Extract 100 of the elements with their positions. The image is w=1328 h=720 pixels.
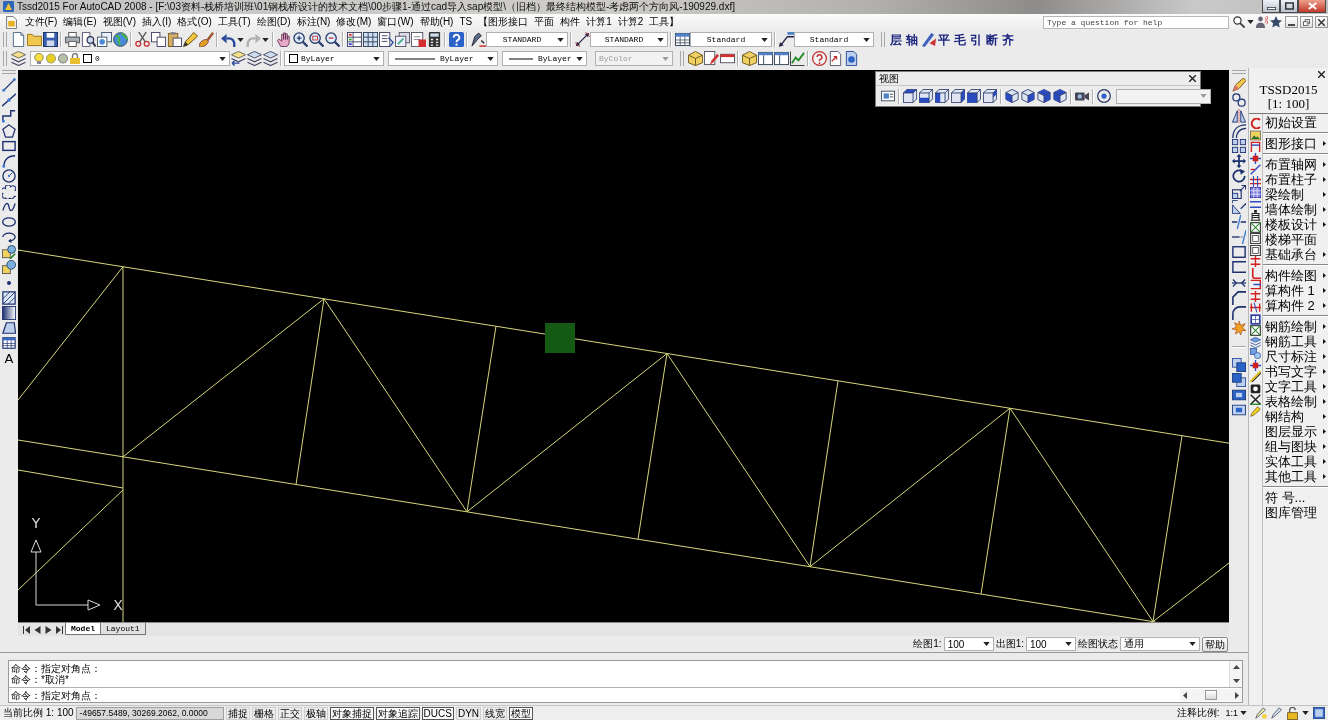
menu-item[interactable]: 构件 bbox=[557, 15, 584, 29]
drawing-tool-button[interactable]: 轴 bbox=[904, 31, 920, 48]
table-icon[interactable] bbox=[1250, 313, 1261, 325]
help-icon[interactable] bbox=[448, 32, 464, 47]
construction-line-icon[interactable] bbox=[2, 93, 16, 108]
close-icon[interactable] bbox=[1189, 75, 1196, 82]
caret-icon[interactable] bbox=[1302, 711, 1309, 715]
menu-item[interactable]: 工具】 bbox=[646, 15, 683, 29]
layout-tab[interactable]: Model bbox=[65, 623, 101, 635]
bracket-icon[interactable] bbox=[1250, 279, 1261, 290]
page-markup-icon[interactable] bbox=[410, 32, 426, 47]
search-icon[interactable] bbox=[1233, 16, 1245, 28]
panel-menu-item[interactable]: 构件绘图 bbox=[1263, 268, 1328, 283]
close-icon[interactable] bbox=[1318, 71, 1325, 78]
undo-arrow-icon[interactable] bbox=[220, 32, 236, 47]
cross-box-icon[interactable] bbox=[1250, 325, 1261, 336]
pen-arrow-icon[interactable] bbox=[920, 32, 936, 47]
drawing-tool-button[interactable]: 断 bbox=[984, 31, 1000, 48]
panel-menu-item[interactable]: 组与图块 bbox=[1263, 439, 1328, 454]
cube-icon[interactable] bbox=[903, 89, 917, 103]
pencil-icon[interactable] bbox=[1250, 371, 1261, 382]
lineweight-dropdown[interactable]: ByLayer bbox=[502, 51, 587, 66]
panel-menu-item[interactable]: 楼梯平面 bbox=[1263, 232, 1328, 247]
panel-menu-item[interactable]: 梁绘制 bbox=[1263, 187, 1328, 202]
panel-menu-item[interactable]: 算构件 1 bbox=[1263, 283, 1328, 298]
status-toggle-button[interactable]: DYN bbox=[455, 706, 482, 720]
star-icon[interactable] bbox=[1270, 16, 1282, 28]
cube-icon[interactable] bbox=[919, 89, 933, 103]
minimize-button[interactable] bbox=[1285, 16, 1298, 28]
region-icon[interactable] bbox=[2, 321, 16, 336]
panel-menu-item[interactable]: 其他工具 bbox=[1263, 469, 1328, 484]
panel-menu-item[interactable]: 尺寸标注 bbox=[1263, 349, 1328, 364]
pages-icon[interactable] bbox=[150, 32, 166, 47]
stacked-squares-icon[interactable] bbox=[1231, 403, 1246, 418]
text-tool-button[interactable]: A bbox=[2, 351, 16, 366]
panel-menu-item[interactable]: 钢结构 bbox=[1263, 409, 1328, 424]
caret-icon[interactable] bbox=[237, 37, 244, 42]
multileader-style-dropdown[interactable]: Standard bbox=[794, 32, 874, 47]
status-toggle-button[interactable]: 对象追踪 bbox=[375, 706, 420, 720]
window-icon[interactable] bbox=[773, 51, 789, 66]
help-search-field[interactable]: Type a question for help bbox=[1043, 15, 1229, 29]
person-icon[interactable] bbox=[1256, 16, 1268, 28]
caret-icon[interactable] bbox=[262, 37, 269, 42]
box-icon[interactable] bbox=[741, 51, 757, 66]
box-icon[interactable] bbox=[687, 51, 703, 66]
restore-button[interactable] bbox=[1300, 16, 1313, 28]
first-arrow-icon[interactable] bbox=[23, 626, 30, 634]
stair-icon[interactable] bbox=[1250, 210, 1261, 221]
pen-icon[interactable] bbox=[470, 32, 486, 47]
drawing-tool-button[interactable]: 引 bbox=[968, 31, 984, 48]
chart-icon[interactable] bbox=[789, 51, 805, 66]
linetype-dropdown[interactable]: ByLayer bbox=[388, 51, 498, 66]
drawing-scale-dropdown[interactable]: 100 bbox=[943, 637, 994, 651]
command-prompt[interactable]: 命令：指定对角点： bbox=[11, 689, 101, 701]
picture-icon[interactable] bbox=[1250, 129, 1261, 141]
menu-item[interactable]: 绘图(D) bbox=[253, 15, 294, 29]
scrollbar-thumb[interactable] bbox=[1205, 690, 1217, 700]
cube-icon[interactable] bbox=[951, 89, 965, 103]
panel-menu-item[interactable]: 钢筋工具 bbox=[1263, 334, 1328, 349]
help-icon[interactable] bbox=[811, 51, 827, 66]
panel-menu-item[interactable]: 符 号... bbox=[1263, 490, 1328, 505]
isometric-cube-icon[interactable] bbox=[1005, 89, 1019, 103]
hand-icon[interactable] bbox=[276, 32, 292, 47]
menu-item[interactable]: 计算2 bbox=[614, 15, 647, 29]
panel-menu-item[interactable]: 布置柱子 bbox=[1263, 172, 1328, 187]
magnifier-plus-icon[interactable] bbox=[292, 32, 308, 47]
menu-item[interactable]: 计算1 bbox=[583, 15, 615, 29]
menu-item[interactable]: 视图(V) bbox=[99, 15, 139, 29]
menu-item[interactable]: 平面 bbox=[531, 15, 558, 29]
menu-item[interactable]: 标注(N) bbox=[293, 15, 334, 29]
cloud-icon[interactable] bbox=[2, 184, 16, 199]
grid-icon[interactable] bbox=[1250, 187, 1261, 198]
status-toggle-button[interactable]: 线宽 bbox=[483, 706, 508, 720]
status-toggle-button[interactable]: 栅格 bbox=[251, 706, 276, 720]
arc-icon[interactable] bbox=[2, 154, 16, 169]
vertical-scrollbar[interactable] bbox=[1229, 661, 1242, 687]
striped-bar-icon[interactable] bbox=[719, 51, 735, 66]
cube-icon[interactable] bbox=[935, 89, 949, 103]
panel-menu-item[interactable]: 钢筋绘制 bbox=[1263, 319, 1328, 334]
menu-item[interactable]: TS bbox=[456, 15, 476, 29]
isometric-cube-icon[interactable] bbox=[1037, 89, 1051, 103]
column-grid-icon[interactable] bbox=[1250, 152, 1261, 164]
rectangle-icon[interactable] bbox=[2, 138, 16, 153]
double-line-icon[interactable] bbox=[1250, 198, 1261, 210]
lock-icon[interactable] bbox=[1287, 706, 1298, 720]
isometric-cube-icon[interactable] bbox=[1053, 89, 1067, 103]
panel-menu-item[interactable]: 楼板设计 bbox=[1263, 217, 1328, 232]
panel-menu-item[interactable]: 基础承台 bbox=[1263, 247, 1328, 262]
calculator-icon[interactable] bbox=[426, 32, 442, 47]
horizontal-scrollbar[interactable] bbox=[1180, 689, 1242, 701]
scale-icon[interactable] bbox=[1231, 184, 1246, 199]
table-icon[interactable] bbox=[2, 336, 16, 351]
ellipse-arc-icon[interactable] bbox=[2, 230, 16, 245]
block-icon[interactable] bbox=[2, 260, 16, 275]
group-icon[interactable] bbox=[1250, 348, 1261, 359]
maximize-button[interactable] bbox=[1280, 0, 1298, 13]
status-toggle-button[interactable]: DUCS bbox=[421, 706, 454, 720]
leader-arrow-icon[interactable] bbox=[778, 32, 794, 47]
drawing-tool-button[interactable]: 毛 bbox=[952, 31, 968, 48]
previous-arrow-icon[interactable] bbox=[34, 626, 41, 634]
